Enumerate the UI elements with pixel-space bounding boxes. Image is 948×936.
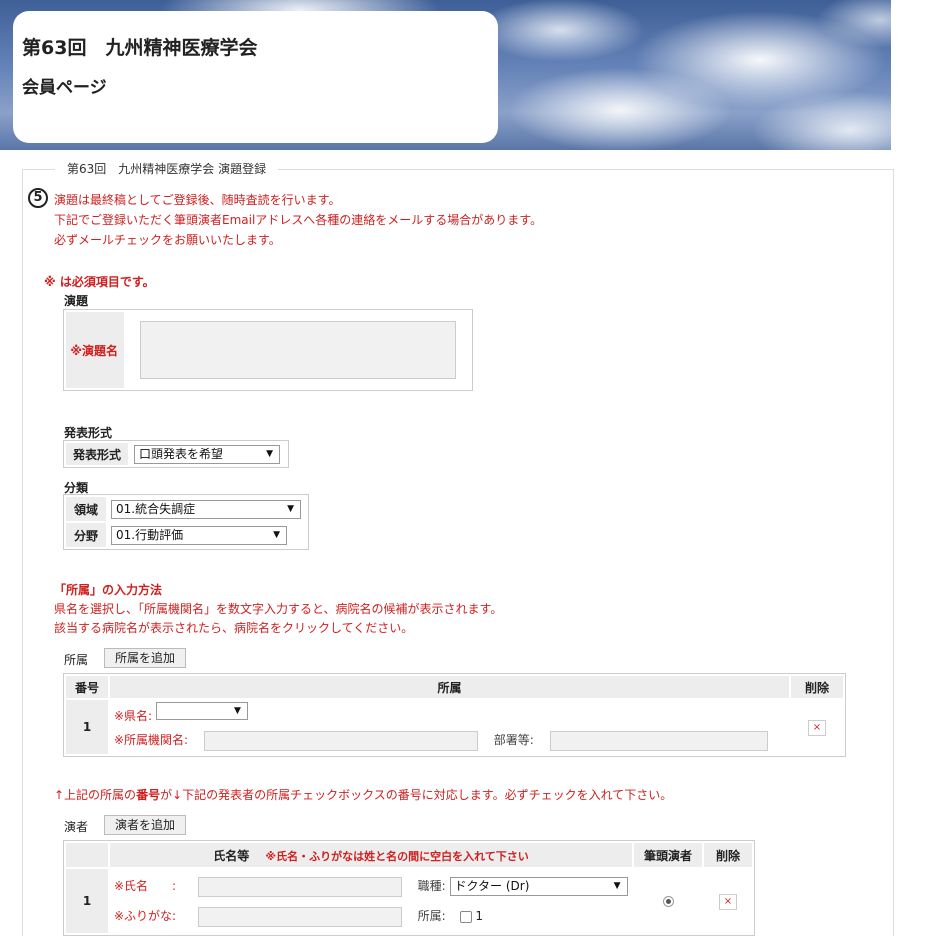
format-table: 発表形式 口頭発表を希望 ▼ xyxy=(63,440,289,468)
affiliation-help-title: 「所属」の入力方法 xyxy=(54,583,163,597)
category-table: 領域 01.統合失調症 ▼ 分野 01.行動評価 ▼ xyxy=(63,494,309,550)
col-delete: 削除 xyxy=(791,676,843,698)
row-number: 1 xyxy=(66,700,108,754)
pref-label: ※県名: xyxy=(114,709,153,723)
header-banner: 第63回 九州精神医療学会 会員ページ xyxy=(0,0,891,150)
domain-label: 領域 xyxy=(66,497,106,521)
notice-line: 演題は最終稿としてご登録後、随時査読を行います。 xyxy=(54,193,341,207)
table-row: 1 ※県名: ▼ ※所属機関名: 部署等: × xyxy=(66,700,843,754)
format-select[interactable]: 口頭発表を希望 ▼ xyxy=(134,444,280,464)
link-note: ↑上記の所属の番号が↓下記の発表者の所属チェックボックスの番号に対応します。必ず… xyxy=(54,788,673,802)
affiliation-table: 番号 所属 削除 1 ※県名: ▼ ※所属機関名: 部署等: × xyxy=(63,673,846,757)
kana-label: ※ふりがな: xyxy=(114,909,177,923)
title-field-label: ※演題名 xyxy=(66,312,124,388)
job-select[interactable]: ドクター (Dr) ▼ xyxy=(449,877,628,896)
affiliation-label: 所属 xyxy=(64,653,89,667)
link-note-bold: 番号 xyxy=(136,788,161,802)
col-first-author: 筆頭演者 xyxy=(634,843,702,867)
notice-line: 下記でご登録いただく筆頭演者Emailアドレスへ各種の連絡をメールする場合があり… xyxy=(54,213,543,227)
format-field-label: 発表形式 xyxy=(66,443,128,465)
notice-text: 演題は最終稿としてご登録後、随時査読を行います。 下記でご登録いただく筆頭演者E… xyxy=(54,190,542,250)
chevron-down-icon: ▼ xyxy=(273,529,280,540)
col-name: 氏名等 ※氏名・ふりがなは姓と名の間に空白を入れて下さい xyxy=(110,843,632,867)
add-presenter-button[interactable]: 演者を追加 xyxy=(104,815,187,835)
first-author-radio[interactable] xyxy=(662,896,674,907)
kana-input[interactable] xyxy=(197,906,402,927)
title-section-label: 演題 xyxy=(64,294,89,308)
affiliation-help: 「所属」の入力方法 県名を選択し、「所属機関名」を数文字入力すると、病院名の候補… xyxy=(54,581,502,638)
presenters-table: 氏名等 ※氏名・ふりがなは姓と名の間に空白を入れて下さい 筆頭演者 削除 1 ※… xyxy=(63,840,755,936)
organization-input[interactable] xyxy=(203,730,478,751)
department-input[interactable] xyxy=(549,730,768,751)
chevron-down-icon: ▼ xyxy=(613,881,621,891)
delete-presenter-button[interactable]: × xyxy=(719,893,737,910)
field-select[interactable]: 01.行動評価 ▼ xyxy=(111,525,287,545)
affiliation-help-line: 該当する病院名が表示されたら、病院名をクリックしてください。 xyxy=(54,621,414,635)
affiliation-checkbox-label: 1 xyxy=(475,909,483,923)
job-label: 職種: xyxy=(417,879,446,893)
chevron-down-icon: ▼ xyxy=(234,706,241,716)
step-number-badge: 5 xyxy=(28,188,48,208)
panel-legend: 第63回 九州精神医療学会 演題登録 xyxy=(55,160,279,177)
name-input[interactable] xyxy=(197,876,402,897)
row-number: 1 xyxy=(66,869,108,933)
chevron-down-icon: ▼ xyxy=(287,503,294,514)
table-row: 1 ※氏名 : 職種: ドクター (Dr) ▼ ※ふりがな: 所属: 1 × xyxy=(66,869,752,933)
affiliation-help-line: 県名を選択し、「所属機関名」を数文字入力すると、病院名の候補が表示されます。 xyxy=(54,602,503,616)
page-subtitle: 会員ページ xyxy=(22,78,107,98)
presenters-label: 演者 xyxy=(64,820,89,834)
affiliation-checkbox[interactable] xyxy=(459,910,472,923)
notice-line: 必ずメールチェックをお願いいたします。 xyxy=(54,233,281,247)
prefecture-select[interactable]: ▼ xyxy=(155,702,248,720)
add-affiliation-button[interactable]: 所属を追加 xyxy=(104,648,187,668)
chevron-down-icon: ▼ xyxy=(266,448,273,459)
format-section-label: 発表形式 xyxy=(64,426,113,440)
site-title: 第63回 九州精神医療学会 xyxy=(22,37,258,59)
delete-affiliation-button[interactable]: × xyxy=(808,719,826,736)
title-table: ※演題名 xyxy=(63,309,473,391)
col-delete: 削除 xyxy=(704,843,752,867)
field-label: 分野 xyxy=(66,523,106,547)
aff-label: 所属: xyxy=(417,909,446,923)
dept-label: 部署等: xyxy=(493,733,534,747)
name-label: ※氏名 : xyxy=(114,879,177,893)
org-label: ※所属機関名: xyxy=(114,733,189,747)
domain-select[interactable]: 01.統合失調症 ▼ xyxy=(111,499,301,519)
title-textarea[interactable] xyxy=(140,321,456,379)
required-note: ※ は必須項目です。 xyxy=(44,275,155,289)
col-affiliation: 所属 xyxy=(110,676,789,698)
col-number: 番号 xyxy=(66,676,108,698)
